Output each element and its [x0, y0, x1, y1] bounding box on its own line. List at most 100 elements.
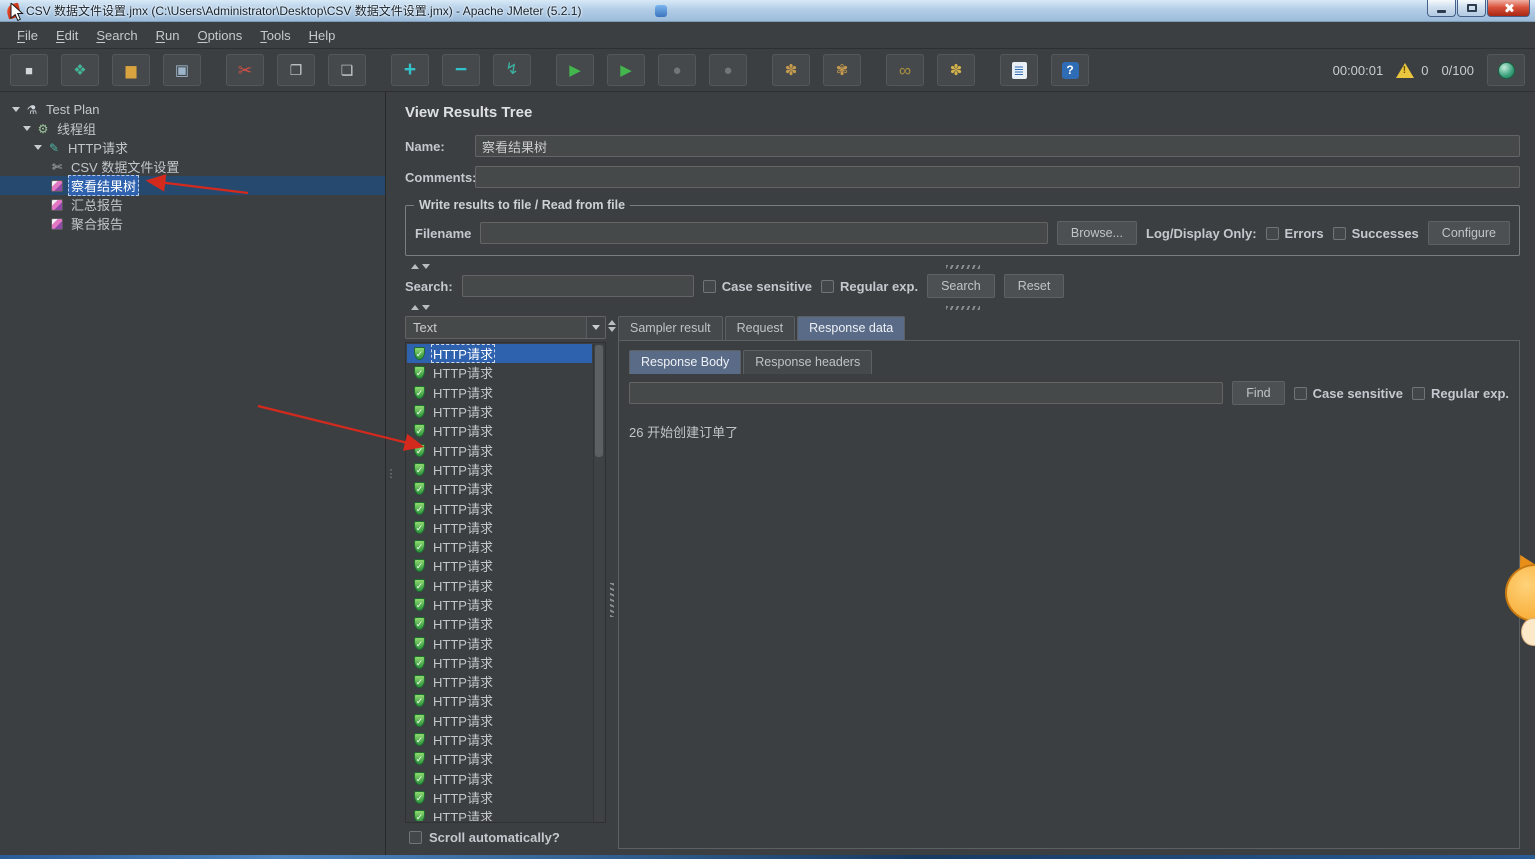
open-templates-button[interactable]: ❖: [61, 54, 99, 86]
save-button[interactable]: ▣: [163, 54, 201, 86]
tree-row-csv-config[interactable]: ✄ CSV 数据文件设置: [0, 157, 385, 176]
function-helper-button[interactable]: ≣: [1000, 54, 1038, 86]
result-item[interactable]: HTTP请求: [407, 402, 592, 421]
results-splitter[interactable]: [606, 316, 618, 849]
tree-row-summary-report[interactable]: 汇总报告: [0, 195, 385, 214]
tree-node-http-request[interactable]: HTTP请求: [65, 137, 131, 158]
search-regular-exp-checkbox[interactable]: [821, 280, 834, 293]
menu-edit[interactable]: Edit: [47, 24, 87, 47]
result-item[interactable]: HTTP请求: [407, 711, 592, 730]
find-case-sensitive-checkbox[interactable]: [1294, 387, 1307, 400]
new-file-button[interactable]: ■: [10, 54, 48, 86]
result-item[interactable]: HTTP请求: [407, 595, 592, 614]
tree-node-thread-group[interactable]: 线程组: [54, 118, 99, 139]
tree-node-aggregate-report[interactable]: 聚合报告: [68, 213, 126, 234]
result-item[interactable]: HTTP请求: [407, 633, 592, 652]
search-results-button[interactable]: ∞: [886, 54, 924, 86]
splitter-down-icon[interactable]: [608, 327, 616, 332]
paste-button[interactable]: ❏: [328, 54, 366, 86]
splitter-grip[interactable]: [610, 583, 614, 617]
name-input[interactable]: [475, 135, 1520, 157]
horizontal-splitter[interactable]: [405, 260, 1520, 273]
help-button[interactable]: ?: [1051, 54, 1089, 86]
reset-search-button[interactable]: ✽: [937, 54, 975, 86]
copy-button[interactable]: ❐: [277, 54, 315, 86]
remove-button[interactable]: −: [442, 54, 480, 86]
result-item[interactable]: HTTP请求: [407, 518, 592, 537]
result-item[interactable]: HTTP请求: [407, 807, 592, 821]
tree-row-test-plan[interactable]: ⚗ Test Plan: [0, 100, 385, 119]
scrollbar-thumb[interactable]: [595, 345, 603, 457]
result-item[interactable]: HTTP请求: [407, 383, 592, 402]
maximize-button[interactable]: [1457, 0, 1486, 17]
minimize-button[interactable]: [1427, 0, 1456, 17]
menu-search[interactable]: Search: [87, 24, 146, 47]
tree-row-view-results-tree[interactable]: 察看结果树: [0, 176, 385, 195]
tab-response-data[interactable]: Response data: [797, 316, 905, 340]
expand-arrow-icon[interactable]: [10, 107, 22, 112]
start-no-timers-button[interactable]: ▶: [607, 54, 645, 86]
start-button[interactable]: ▶: [556, 54, 594, 86]
tree-splitter[interactable]: ⋮: [386, 92, 396, 855]
splitter-grip[interactable]: [946, 306, 980, 310]
result-item[interactable]: HTTP请求: [407, 788, 592, 807]
search-input[interactable]: [462, 275, 694, 297]
tree-node-test-plan[interactable]: Test Plan: [43, 101, 102, 118]
clear-button[interactable]: ✽: [772, 54, 810, 86]
tree-node-summary-report[interactable]: 汇总报告: [68, 194, 126, 215]
result-item[interactable]: HTTP请求: [407, 749, 592, 768]
menu-help[interactable]: Help: [300, 24, 345, 47]
shutdown-button[interactable]: ●: [709, 54, 747, 86]
find-button[interactable]: Find: [1232, 381, 1284, 405]
result-item[interactable]: HTTP请求: [407, 576, 592, 595]
result-item[interactable]: HTTP请求: [407, 691, 592, 710]
result-item[interactable]: HTTP请求: [407, 672, 592, 691]
comments-input[interactable]: [475, 166, 1520, 188]
find-input[interactable]: [629, 382, 1223, 404]
result-item[interactable]: HTTP请求: [407, 769, 592, 788]
log-warning-icon[interactable]: [1396, 63, 1414, 78]
chevron-down-icon[interactable]: [586, 317, 605, 338]
tree-node-view-results-tree[interactable]: 察看结果树: [68, 175, 139, 196]
expand-arrow-icon[interactable]: [21, 126, 33, 131]
menu-options[interactable]: Options: [188, 24, 251, 47]
tab-response-body[interactable]: Response Body: [629, 350, 741, 374]
result-item[interactable]: HTTP请求: [407, 498, 592, 517]
configure-button[interactable]: Configure: [1428, 221, 1510, 245]
result-item[interactable]: HTTP请求: [407, 614, 592, 633]
clear-all-button[interactable]: ✾: [823, 54, 861, 86]
add-button[interactable]: +: [391, 54, 429, 86]
result-item[interactable]: HTTP请求: [407, 653, 592, 672]
open-file-button[interactable]: ▆: [112, 54, 150, 86]
search-button[interactable]: Search: [927, 274, 995, 298]
browse-button[interactable]: Browse...: [1057, 221, 1137, 245]
menu-file[interactable]: File: [8, 24, 47, 47]
expand-arrow-icon[interactable]: [32, 145, 44, 150]
tree-row-aggregate-report[interactable]: 聚合报告: [0, 214, 385, 233]
tree-row-thread-group[interactable]: ⚙ 线程组: [0, 119, 385, 138]
find-regular-exp-checkbox[interactable]: [1412, 387, 1425, 400]
splitter-up-icon[interactable]: [608, 320, 616, 325]
menu-run[interactable]: Run: [147, 24, 189, 47]
result-item[interactable]: HTTP请求: [407, 460, 592, 479]
tab-request[interactable]: Request: [725, 316, 796, 340]
tab-sampler-result[interactable]: Sampler result: [618, 316, 723, 340]
cut-button[interactable]: ✂: [226, 54, 264, 86]
result-item[interactable]: HTTP请求: [407, 730, 592, 749]
result-item[interactable]: HTTP请求: [407, 421, 592, 440]
stop-button[interactable]: ●: [658, 54, 696, 86]
remote-globe-button[interactable]: [1487, 54, 1525, 86]
tab-response-headers[interactable]: Response headers: [743, 350, 872, 374]
menu-tools[interactable]: Tools: [251, 24, 299, 47]
results-scrollbar[interactable]: [593, 344, 604, 821]
successes-checkbox[interactable]: [1333, 227, 1346, 240]
result-item[interactable]: HTTP请求: [407, 440, 592, 459]
search-case-sensitive-checkbox[interactable]: [703, 280, 716, 293]
splitter-down-icon[interactable]: [422, 305, 430, 310]
splitter-down-icon[interactable]: [422, 264, 430, 269]
tree-row-http-request[interactable]: ✎ HTTP请求: [0, 138, 385, 157]
horizontal-splitter[interactable]: [405, 301, 1520, 314]
toggle-button[interactable]: ↯: [493, 54, 531, 86]
errors-checkbox[interactable]: [1266, 227, 1279, 240]
splitter-up-icon[interactable]: [411, 264, 419, 269]
